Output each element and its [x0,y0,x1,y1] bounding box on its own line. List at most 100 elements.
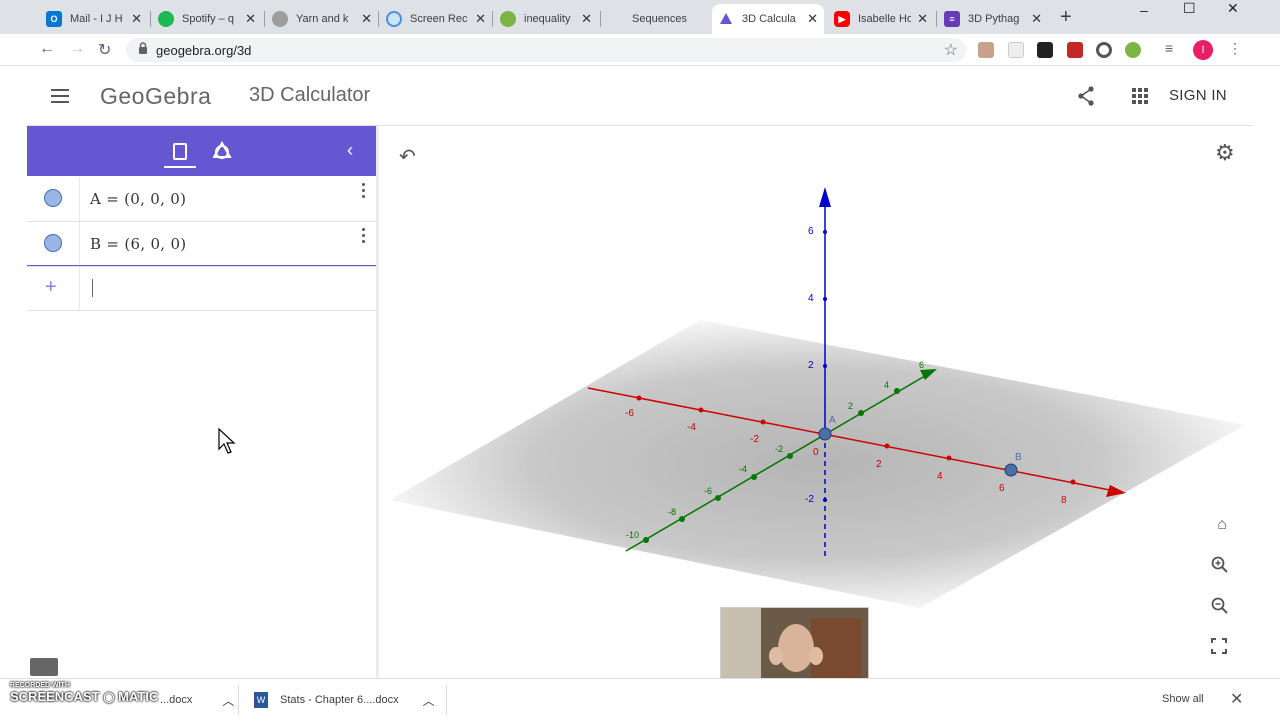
close-icon[interactable]: ✕ [581,11,592,27]
algebra-input-row[interactable]: + [27,265,376,311]
x-tick-label: -2 [750,434,759,445]
off-extension-icon[interactable] [1037,42,1053,58]
tab-sequences[interactable]: Sequences [602,4,712,34]
more-options-icon[interactable] [362,183,366,201]
hamburger-menu-icon[interactable] [51,89,69,103]
algebra-row[interactable]: A = (0, 0, 0) [27,177,376,222]
playlist-icon[interactable]: ≡ [1165,40,1181,56]
calculator-icon[interactable] [173,143,187,160]
tab-title: Isabelle Ho [858,13,912,25]
close-icon[interactable]: ✕ [361,11,372,27]
gear-icon[interactable]: ⚙ [1215,140,1235,166]
chevron-up-icon[interactable]: ︿ [222,692,234,709]
url-text: geogebra.org/3d [156,43,252,58]
download-separator [446,685,447,715]
window-frame-left [0,0,27,720]
row-divider [79,177,80,221]
close-icon[interactable]: ✕ [807,11,818,27]
x-tick-label: 2 [876,459,882,470]
tab-3d-pythag[interactable]: ≡ 3D Pythag ✕ [938,4,1048,34]
input-caret[interactable] [92,279,93,297]
keyboard-icon[interactable] [30,658,58,676]
close-icon[interactable]: ✕ [245,11,256,27]
watermark-line: RECORDED WITH [10,682,70,689]
undo-icon[interactable]: ↶ [399,144,416,169]
chrome-icon [500,11,516,27]
xy-plane [390,320,1245,608]
visibility-toggle[interactable] [44,234,62,252]
address-toolbar: ← → ↻ geogebra.org/3d ☆ ≡ I ⋮ [0,34,1280,66]
apps-grid-icon[interactable] [1132,88,1148,104]
tab-separator [936,11,937,27]
close-icon[interactable]: ✕ [1230,689,1243,709]
download-filename: ...docx [160,694,193,706]
share-icon[interactable] [1077,86,1095,106]
shield-extension-icon[interactable] [1067,42,1083,58]
forward-arrow-icon[interactable]: → [69,40,85,58]
algebra-expression[interactable]: B = (6, 0, 0) [90,235,186,253]
x-tick-label: 6 [999,483,1005,494]
point-a-label: A [829,415,836,426]
tab-inequality[interactable]: inequality ✕ [494,4,598,34]
close-icon[interactable]: ✕ [1031,11,1042,27]
x-tick-label: 8 [1061,495,1067,506]
reload-icon[interactable]: ↻ [98,40,111,60]
tab-youtube[interactable]: ▶ Isabelle Ho ✕ [828,4,934,34]
close-icon[interactable]: ✕ [131,11,142,27]
maximize-icon[interactable]: ☐ [1183,0,1196,17]
omnibox[interactable]: geogebra.org/3d ☆ [126,38,966,62]
site-icon [608,11,624,27]
point-a[interactable] [818,427,832,441]
tab-3d-calculator[interactable]: 3D Calcula ✕ [712,4,824,34]
z-tick-label: 6 [808,226,814,237]
active-tab-indicator [164,166,196,168]
y-tick-label: 6 [919,360,924,370]
window-close-icon[interactable]: ✕ [1227,0,1239,17]
algebra-expression[interactable]: A = (0, 0, 0) [90,190,186,208]
sign-in-button[interactable]: SIGN IN [1169,87,1227,104]
tab-separator [378,11,379,27]
visibility-toggle[interactable] [44,189,62,207]
collapse-chevron-icon[interactable]: ‹ [347,140,353,161]
point-b[interactable] [1004,463,1018,477]
forms-icon: ≡ [944,11,960,27]
tab-yarn[interactable]: Yarn and k ✕ [266,4,378,34]
chrome-menu-icon[interactable]: ⋮ [1228,40,1244,56]
mouse-cursor-icon [218,428,236,454]
graphics-3d-view[interactable]: -6 -4 -2 0 2 4 6 8 -10 -8 -6 -4 -2 2 4 6… [379,126,1253,678]
download-separator [238,685,239,715]
tab-spotify[interactable]: Spotify – q ✕ [152,4,262,34]
download-item[interactable]: W Stats - Chapter 6....docx ︿ [254,679,435,721]
home-icon[interactable]: ⌂ [1211,516,1233,534]
y-tick-label: -2 [775,444,783,454]
new-tab-plus-icon[interactable]: + [1060,6,1072,29]
tools-icon[interactable] [213,141,235,161]
geogebra-logo[interactable]: GeoGebra [100,83,211,110]
pdf-extension-icon[interactable] [978,42,994,58]
back-arrow-icon[interactable]: ← [39,40,55,58]
word-doc-icon: W [254,692,268,708]
3d-canvas[interactable]: -6 -4 -2 0 2 4 6 8 -10 -8 -6 -4 -2 2 4 6… [379,126,1253,678]
show-all-button[interactable]: Show all [1162,693,1204,705]
chrome-extension-icon[interactable] [1125,42,1141,58]
tab-title: 3D Calcula [742,13,796,25]
tab-screen-rec[interactable]: Screen Rec ✕ [380,4,492,34]
more-options-icon[interactable] [362,228,366,246]
row-divider [79,266,80,311]
tab-mail[interactable]: O Mail - I J H ✕ [40,4,148,34]
add-plus-icon[interactable]: + [45,276,57,299]
close-icon[interactable]: ✕ [475,11,486,27]
close-icon[interactable]: ✕ [917,11,928,27]
x-tick-label: 4 [937,471,943,482]
bookmark-star-icon[interactable]: ☆ [944,40,958,60]
minimize-icon[interactable]: – [1140,2,1148,18]
avatar[interactable]: I [1193,40,1213,60]
site-icon [272,11,288,27]
record-extension-icon[interactable] [1096,42,1112,58]
extension-icon[interactable] [1008,42,1024,58]
tab-separator [150,11,151,27]
download-item[interactable]: ...docx ︿ [160,679,234,721]
chevron-up-icon[interactable]: ︿ [423,692,435,709]
screencast-icon [386,11,402,27]
algebra-row[interactable]: B = (6, 0, 0) [27,222,376,267]
